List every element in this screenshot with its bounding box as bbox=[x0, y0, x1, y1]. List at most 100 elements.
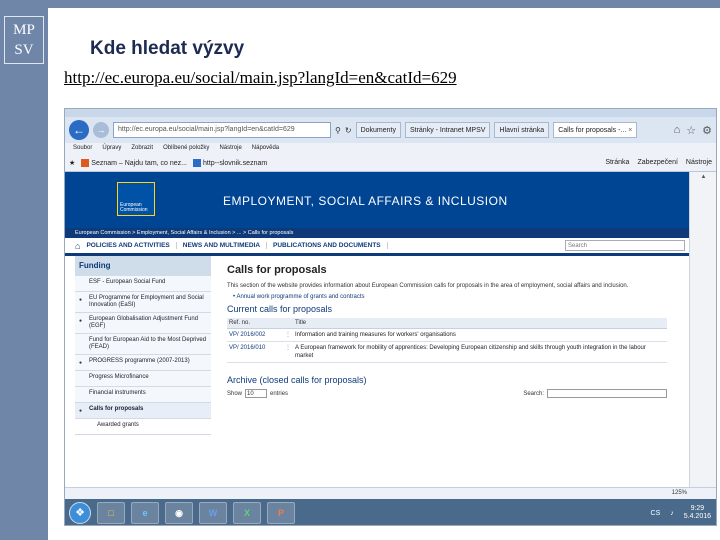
ec-logo[interactable]: European Commission bbox=[117, 182, 155, 216]
sidebar-item-awarded[interactable]: Awarded grants bbox=[75, 419, 211, 435]
zoom-level[interactable]: 125% bbox=[672, 490, 687, 496]
row-ref-link[interactable]: VP/ 2016/002 bbox=[227, 328, 283, 342]
entries-select[interactable]: 10 bbox=[245, 389, 268, 398]
powerpoint-taskbar-icon[interactable]: P bbox=[267, 502, 295, 524]
menu-item[interactable]: Úpravy bbox=[102, 143, 121, 154]
column-header-title[interactable]: Title bbox=[293, 318, 667, 329]
web-page: European Commission EMPLOYMENT, SOCIAL A… bbox=[65, 172, 689, 487]
volume-icon[interactable]: ♪ bbox=[670, 510, 674, 517]
sidebar-item-egf[interactable]: ● European Globalisation Adjustment Fund … bbox=[75, 313, 211, 334]
sidebar-item-financial[interactable]: Financial instruments bbox=[75, 387, 211, 403]
clock-date: 5.4.2016 bbox=[683, 513, 711, 520]
sidebar-item-label: Financial instruments bbox=[89, 390, 146, 396]
refresh-icon[interactable]: ↻ bbox=[345, 126, 352, 135]
site-title: EMPLOYMENT, SOCIAL AFFAIRS & INCLUSION bbox=[223, 194, 508, 208]
entries-label: entries bbox=[270, 390, 289, 397]
excel-taskbar-icon[interactable]: X bbox=[233, 502, 261, 524]
nav-news[interactable]: NEWS AND MULTIMEDIA bbox=[177, 242, 268, 249]
scroll-up-icon[interactable]: ▲ bbox=[700, 174, 708, 182]
tab-dokumenty[interactable]: Dokumenty bbox=[355, 122, 401, 138]
slide-url-link[interactable]: http://ec.europa.eu/social/main.jsp?lang… bbox=[64, 68, 457, 88]
page-title: Calls for proposals bbox=[227, 264, 327, 276]
bullet-icon: ● bbox=[79, 408, 83, 414]
sidebar-item-progress[interactable]: ● PROGRESS programme (2007-2013) bbox=[75, 355, 211, 371]
address-input[interactable]: http://ec.europa.eu/social/main.jsp?lang… bbox=[113, 122, 331, 138]
sidebar-item-label: EU Programme for Employment and Social I… bbox=[89, 295, 204, 308]
windows-taskbar: ❖ □ e ◉ W X P CS ♪ 9:29 5.4.2016 bbox=[65, 499, 716, 525]
command-tools[interactable]: Nástroje bbox=[686, 159, 712, 166]
slide-top-bar bbox=[0, 0, 720, 8]
presentation-slide: MP SV Kde hledat výzvy http://ec.europa.… bbox=[0, 0, 720, 540]
table-search: Search: bbox=[523, 389, 667, 398]
search-icon[interactable]: ⚲ bbox=[335, 126, 341, 135]
internet-explorer-taskbar-icon[interactable]: e bbox=[131, 502, 159, 524]
sidebar-item-easi[interactable]: ● EU Programme for Employment and Social … bbox=[75, 292, 211, 313]
archive-heading: Archive (closed calls for proposals) bbox=[227, 375, 367, 385]
clock[interactable]: 9:29 5.4.2016 bbox=[684, 505, 711, 521]
close-icon[interactable]: × bbox=[628, 127, 632, 134]
sidebar-item-esf[interactable]: ESF - European Social Fund bbox=[75, 276, 211, 292]
slide-left-bar bbox=[0, 0, 48, 540]
address-bar-row: ← → http://ec.europa.eu/social/main.jsp?… bbox=[65, 117, 716, 143]
tab-hlavni[interactable]: Hlavní stránka bbox=[494, 122, 550, 138]
back-arrow-icon[interactable]: ← bbox=[69, 120, 89, 140]
page-body: Funding ESF - European Social Fund ● EU P… bbox=[65, 256, 689, 435]
start-button[interactable]: ❖ bbox=[69, 502, 91, 524]
calls-table: Ref. no. Title VP/ 2016/002 ⋮ Informatio… bbox=[227, 318, 667, 363]
home-icon[interactable]: ⌂ bbox=[674, 124, 681, 137]
clock-time: 9:29 bbox=[690, 505, 705, 512]
menu-item[interactable]: Oblíbené položky bbox=[163, 143, 209, 154]
site-search-input[interactable]: Search bbox=[565, 240, 685, 251]
menu-item[interactable]: Nápověda bbox=[252, 143, 279, 154]
sidebar-item-label: Fund for European Aid to the Most Depriv… bbox=[89, 337, 207, 350]
menu-item[interactable]: Soubor bbox=[73, 143, 92, 154]
sidebar-heading: Funding bbox=[75, 256, 211, 276]
tab-intranet[interactable]: Stránky - Intranet MPSV bbox=[404, 122, 491, 138]
breadcrumb[interactable]: European Commission > Employment, Social… bbox=[65, 228, 689, 238]
tab-label: Dokumenty bbox=[360, 127, 396, 134]
language-indicator[interactable]: CS bbox=[651, 510, 661, 517]
seznam-icon bbox=[81, 158, 90, 167]
star-icon[interactable]: ☆ bbox=[686, 124, 696, 137]
sidebar-item-label: PROGRESS programme (2007-2013) bbox=[89, 358, 190, 364]
status-bar: 125% bbox=[65, 487, 716, 499]
annual-work-programme-link[interactable]: • Annual work programme of grants and co… bbox=[233, 294, 689, 300]
favorite-label: Seznam – Najdu tam, co nez... bbox=[91, 159, 187, 167]
gear-icon[interactable]: ⚙ bbox=[702, 124, 712, 137]
row-title-link[interactable]: A European framework for mobility of app… bbox=[293, 341, 667, 363]
menu-item[interactable]: Zobrazit bbox=[131, 143, 153, 154]
grip-icon: ⋮ bbox=[283, 328, 293, 342]
command-page[interactable]: Stránka bbox=[605, 159, 629, 166]
table-search-input[interactable] bbox=[547, 389, 667, 398]
menu-bar: Soubor Úpravy Zobrazit Oblíbené položky … bbox=[65, 143, 716, 154]
word-taskbar-icon[interactable]: W bbox=[199, 502, 227, 524]
row-ref-link[interactable]: VP/ 2016/010 bbox=[227, 341, 283, 363]
favorite-link[interactable]: Seznam – Najdu tam, co nez... bbox=[81, 158, 187, 167]
browser-titlebar bbox=[65, 109, 716, 117]
tab-label: Stránky - Intranet MPSV bbox=[409, 127, 486, 134]
tab-label: Calls for proposals -... bbox=[558, 127, 627, 134]
tab-calls[interactable]: Calls for proposals -... × bbox=[553, 122, 638, 138]
command-bar: Stránka Zabezpečení Nástroje bbox=[605, 159, 712, 166]
forward-arrow-icon[interactable]: → bbox=[93, 122, 109, 138]
explorer-taskbar-icon[interactable]: □ bbox=[97, 502, 125, 524]
vertical-scrollbar[interactable]: ▲ bbox=[689, 172, 716, 487]
favorites-star-icon[interactable]: ★ bbox=[69, 159, 75, 167]
nav-publications[interactable]: PUBLICATIONS AND DOCUMENTS bbox=[267, 242, 388, 249]
table-header-row: Ref. no. Title bbox=[227, 318, 667, 329]
chrome-taskbar-icon[interactable]: ◉ bbox=[165, 502, 193, 524]
sidebar-item-microfinance[interactable]: Progress Microfinance bbox=[75, 371, 211, 387]
sidebar-item-label: European Globalisation Adjustment Fund (… bbox=[89, 316, 199, 329]
sidebar-item-fead[interactable]: Fund for European Aid to the Most Depriv… bbox=[75, 334, 211, 355]
table-controls: Show 10 entries Search: bbox=[227, 389, 667, 398]
command-security[interactable]: Zabezpečení bbox=[637, 159, 677, 166]
main-content: Calls for proposals This section of the … bbox=[227, 256, 689, 435]
nav-policies[interactable]: POLICIES AND ACTIVITIES bbox=[80, 242, 177, 249]
slide-title: Kde hledat výzvy bbox=[90, 38, 245, 59]
favorite-link[interactable]: http--slovnik.seznam bbox=[193, 158, 267, 167]
sidebar-item-calls[interactable]: ● Calls for proposals bbox=[75, 403, 211, 419]
grip-icon: ⋮ bbox=[283, 341, 293, 363]
menu-item[interactable]: Nástroje bbox=[219, 143, 241, 154]
row-title-link[interactable]: Information and training measures for wo… bbox=[293, 328, 667, 342]
column-header-ref[interactable]: Ref. no. bbox=[227, 318, 283, 329]
